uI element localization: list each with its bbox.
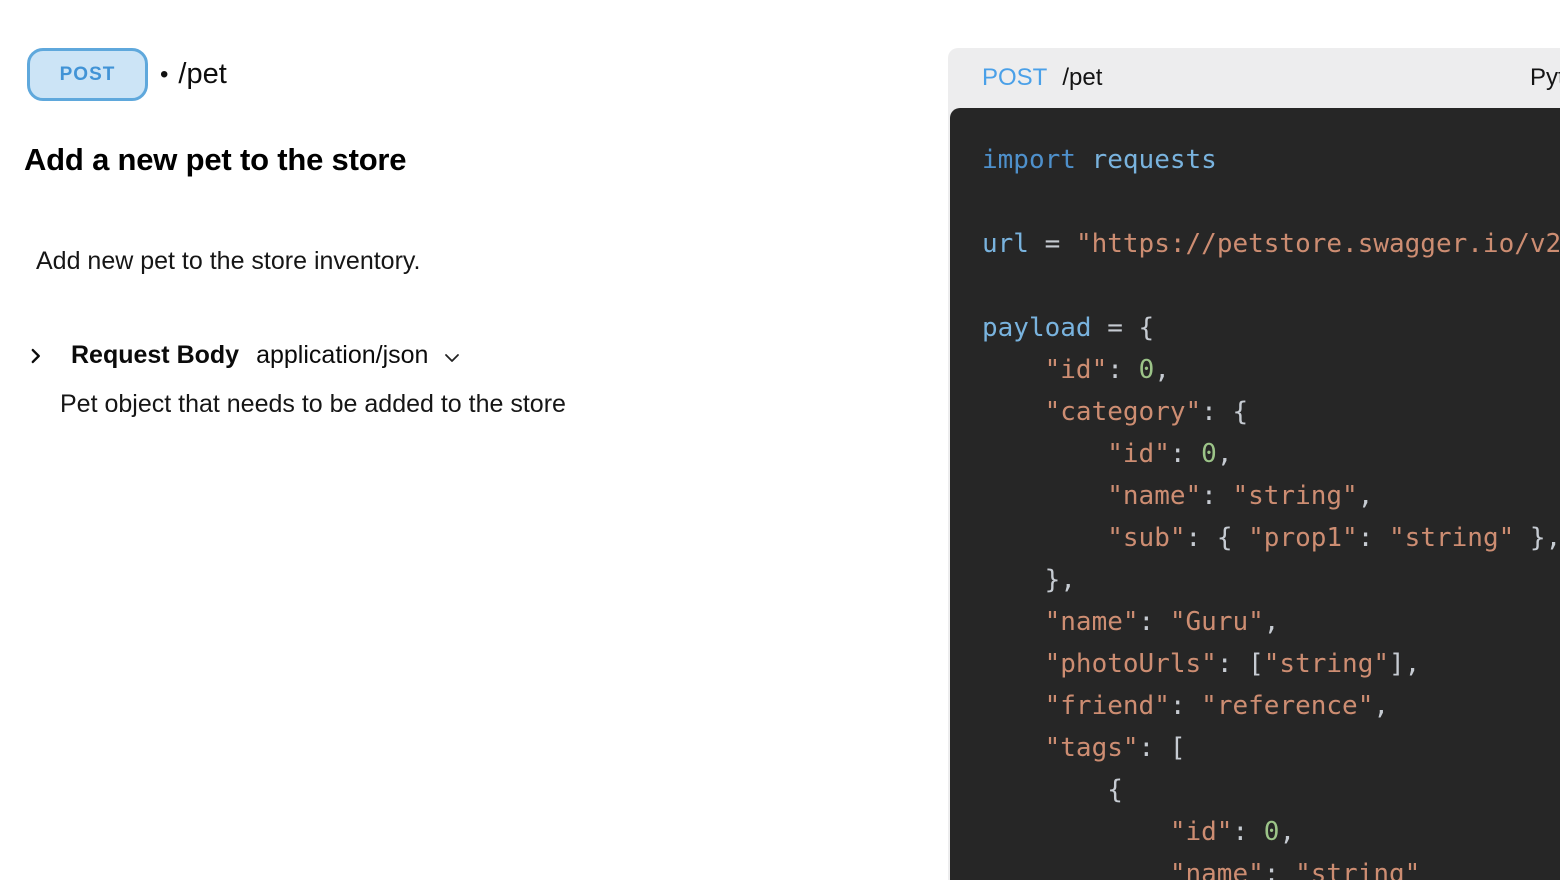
endpoint-path: /pet: [178, 58, 227, 90]
code-line: "name": "Guru",: [1044, 607, 1280, 637]
endpoint-header: POST • /pet: [27, 48, 227, 101]
request-body-toggle[interactable]: Request Body: [25, 341, 239, 370]
code-line: "friend": "reference",: [1044, 691, 1390, 721]
code-line: "id": 0,: [1044, 355, 1170, 385]
page: POST • /pet Add a new pet to the store A…: [0, 0, 1560, 880]
code-block: import requests url = "https://petstore.…: [950, 108, 1560, 880]
code-line: import requests: [982, 145, 1217, 175]
method-badge: POST: [27, 48, 148, 101]
code-path-label: /pet: [1062, 64, 1103, 91]
chevron-right-icon: [31, 348, 40, 363]
request-body-description: Pet object that needs to be added to the…: [60, 390, 566, 418]
request-body-section: Request Body application/json: [25, 341, 464, 370]
page-title: Add a new pet to the store: [24, 142, 407, 177]
endpoint-description: Add new pet to the store inventory.: [36, 247, 421, 275]
code-method-label: POST: [982, 64, 1048, 91]
code-line: "name": "string": [1169, 859, 1421, 880]
code-line: "name": "string",: [1107, 481, 1374, 511]
language-select[interactable]: Python: [1530, 48, 1560, 108]
chevron-down-icon: [445, 353, 460, 362]
code-line: "id": 0,: [1107, 439, 1233, 469]
content-type-label: application/json: [256, 341, 429, 369]
code-panel-header: POST /pet Python: [948, 48, 1560, 108]
code-line: "photoUrls": ["string"],: [1044, 649, 1421, 679]
code-line: payload = {: [982, 313, 1155, 343]
request-body-label: Request Body: [71, 341, 240, 369]
code-line: "category": {: [1044, 397, 1249, 427]
bullet-separator: •: [160, 60, 169, 88]
code-line: "sub": { "prop1": "string" },: [1107, 523, 1560, 553]
code-line: },: [982, 565, 1076, 595]
content-type-select[interactable]: application/json: [256, 341, 464, 370]
code-line: {: [982, 775, 1123, 805]
code-line: "tags": [: [1044, 733, 1186, 763]
code-line: "id": 0,: [1169, 817, 1296, 847]
code-line: url = "https://petstore.swagger.io/v2/pe…: [982, 229, 1560, 259]
code-panel: POST /pet Python import requests url = "…: [948, 48, 1560, 880]
